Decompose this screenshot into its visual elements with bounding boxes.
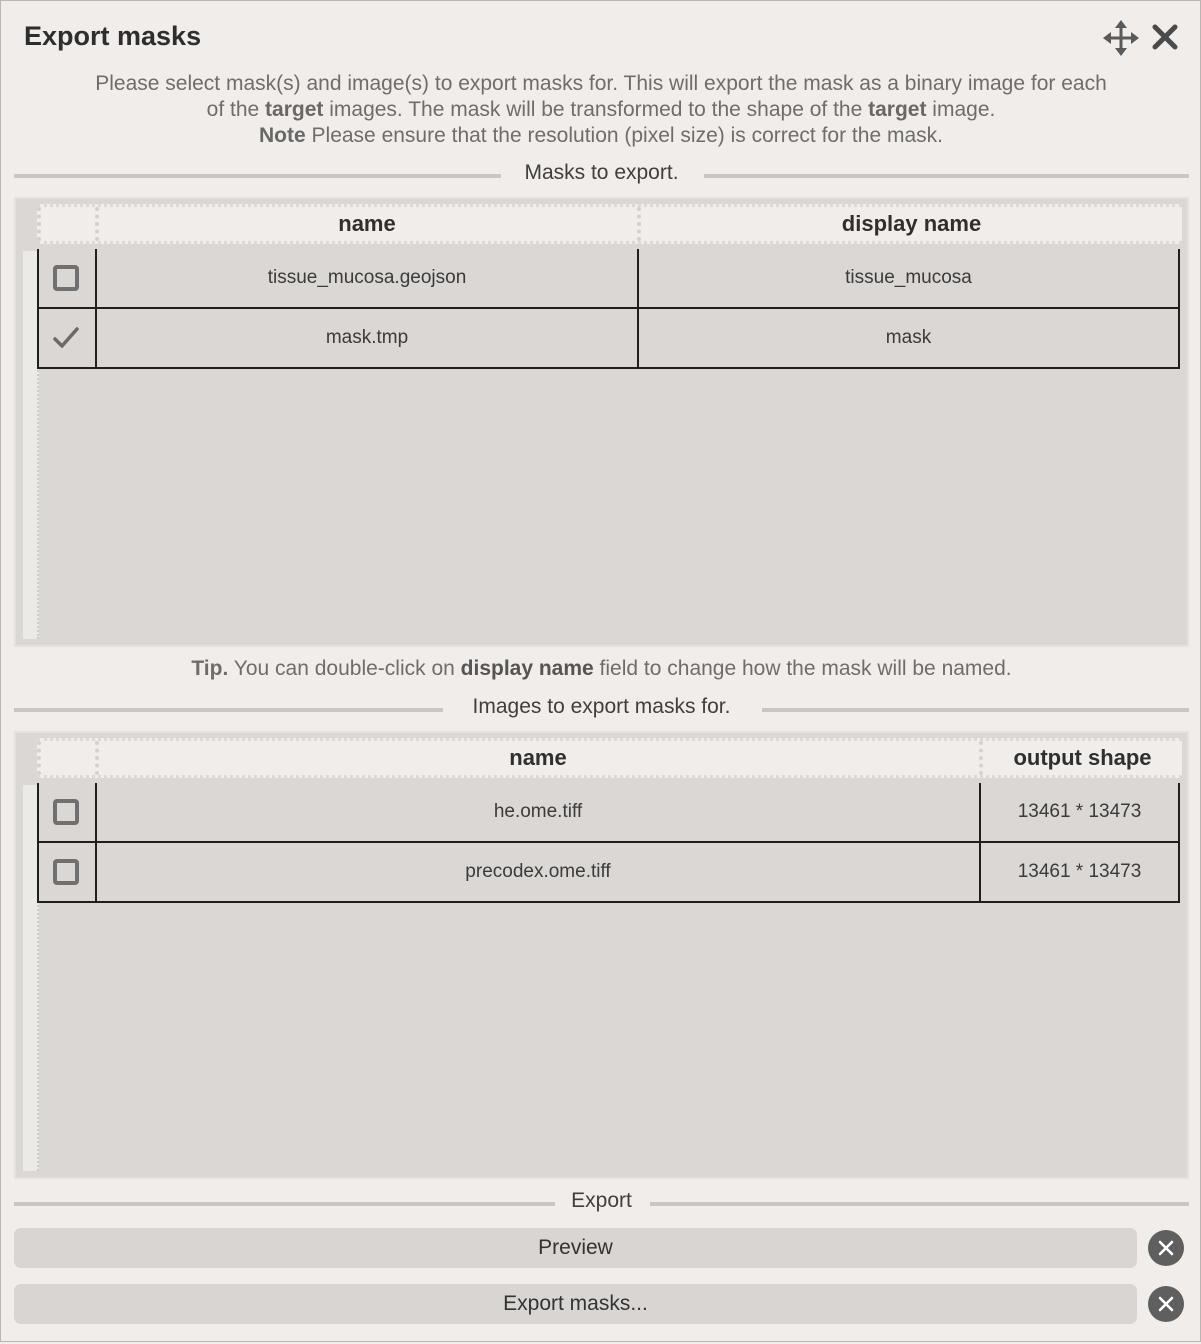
images-table-header: name output shape xyxy=(37,738,1182,778)
column-header-display-name[interactable]: display name xyxy=(639,207,1184,241)
export-section-header: Export xyxy=(14,1189,1189,1217)
circle-x-icon xyxy=(1158,1296,1174,1312)
images-section-header: Images to export masks for. xyxy=(14,695,1189,723)
tip-label: Tip. xyxy=(191,657,229,680)
checkmark-icon[interactable] xyxy=(53,325,79,351)
image-name-cell: precodex.ome.tiff xyxy=(95,843,979,901)
dialog-description: Please select mask(s) and image(s) to ex… xyxy=(16,71,1186,149)
move-arrows-icon[interactable] xyxy=(1103,20,1139,56)
column-header-name[interactable]: name xyxy=(97,207,637,241)
description-line2: of the target images. The mask will be t… xyxy=(16,97,1186,123)
mask-name-cell: mask.tmp xyxy=(95,309,637,367)
tip-text-b: field to change how the mask will be nam… xyxy=(593,657,1012,680)
column-header-output-shape[interactable]: output shape xyxy=(981,741,1184,775)
desc-text: image. xyxy=(926,98,996,121)
masks-table: name display name tissue_mucosa.geojson … xyxy=(14,197,1189,647)
output-shape-cell: 13461 * 13473 xyxy=(979,783,1180,841)
table-row[interactable]: mask.tmp mask xyxy=(37,309,1180,369)
checkbox-cell[interactable] xyxy=(37,249,95,307)
table-row[interactable]: tissue_mucosa.geojson tissue_mucosa xyxy=(37,249,1180,309)
tip-text: Tip. You can double-click on display nam… xyxy=(1,657,1201,681)
dialog-title: Export masks xyxy=(24,21,202,51)
desc-text: of the xyxy=(206,98,266,121)
table-row[interactable]: he.ome.tiff 13461 * 13473 xyxy=(37,783,1180,843)
masks-section-title: Masks to export. xyxy=(512,161,691,184)
masks-table-header: name display name xyxy=(37,204,1182,244)
note-label: Note xyxy=(259,124,306,147)
export-masks-button[interactable]: Export masks... xyxy=(14,1284,1137,1324)
export-section-title: Export xyxy=(559,1189,644,1212)
circle-x-icon xyxy=(1158,1240,1174,1256)
mask-display-name-cell[interactable]: tissue_mucosa xyxy=(637,249,1180,307)
mask-display-name-cell[interactable]: mask xyxy=(637,309,1180,367)
row-checkbox[interactable] xyxy=(53,859,79,885)
output-shape-cell: 13461 * 13473 xyxy=(979,843,1180,901)
desc-bold-target: target xyxy=(265,98,324,121)
close-icon[interactable] xyxy=(1151,23,1179,51)
checkbox-cell[interactable] xyxy=(37,783,95,841)
checkbox-cell[interactable] xyxy=(37,843,95,901)
export-cancel-button[interactable] xyxy=(1148,1286,1184,1322)
desc-text: images. The mask will be transformed to … xyxy=(323,98,869,121)
checkbox-cell[interactable] xyxy=(37,309,95,367)
image-name-cell: he.ome.tiff xyxy=(95,783,979,841)
table-row[interactable]: precodex.ome.tiff 13461 * 13473 xyxy=(37,843,1180,903)
export-masks-dialog: Export masks Please select mask(s) and i… xyxy=(0,0,1201,1342)
row-checkbox[interactable] xyxy=(53,265,79,291)
row-checkbox[interactable] xyxy=(53,799,79,825)
preview-button[interactable]: Preview xyxy=(14,1228,1137,1268)
note-text: Please ensure that the resolution (pixel… xyxy=(305,124,943,147)
masks-section-header: Masks to export. xyxy=(14,161,1189,189)
mask-name-cell: tissue_mucosa.geojson xyxy=(95,249,637,307)
tip-bold: display name xyxy=(460,657,594,680)
description-line1: Please select mask(s) and image(s) to ex… xyxy=(95,72,1107,95)
description-note: Note Please ensure that the resolution (… xyxy=(16,123,1186,149)
tip-text-a: You can double-click on xyxy=(228,657,461,680)
desc-bold-target: target xyxy=(868,98,927,121)
preview-cancel-button[interactable] xyxy=(1148,1230,1184,1266)
column-header-name[interactable]: name xyxy=(97,741,979,775)
images-table: name output shape he.ome.tiff 13461 * 13… xyxy=(14,731,1189,1179)
images-section-title: Images to export masks for. xyxy=(460,695,743,718)
